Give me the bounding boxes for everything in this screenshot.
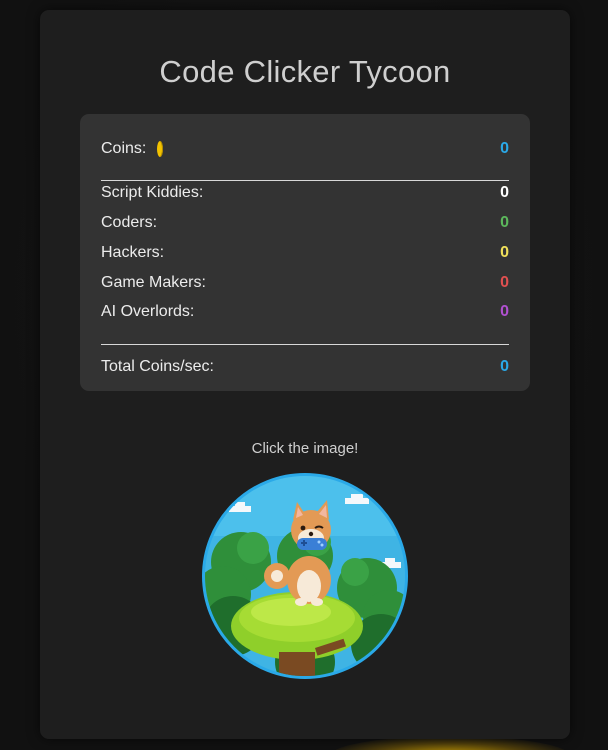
total-value: 0 (500, 358, 509, 375)
producer-row-script-kiddies: Script Kiddies: 0 (101, 182, 509, 204)
producer-value: 0 (500, 274, 509, 291)
producer-row-hackers: Hackers: 0 (101, 242, 509, 264)
producer-value: 0 (500, 244, 509, 261)
producer-value: 0 (500, 303, 509, 320)
clicker-image-button[interactable] (202, 473, 408, 679)
producer-label: AI Overlords: (101, 303, 195, 320)
producer-row-ai-overlords: AI Overlords: 0 (101, 301, 509, 323)
stats-panel: Coins: 0 Script Kiddies: 0 Coders: 0 Hac… (80, 114, 530, 391)
producer-row-coders: Coders: 0 (101, 212, 509, 234)
coins-value: 0 (500, 140, 509, 157)
game-panel: Code Clicker Tycoon Coins: 0 Script Kidd… (40, 10, 570, 739)
shiba-tree-image (205, 476, 405, 676)
producer-value: 0 (500, 184, 509, 201)
divider (101, 344, 509, 345)
coins-label: Coins: (101, 140, 147, 157)
producer-row-game-makers: Game Makers: 0 (101, 272, 509, 294)
page-title: Code Clicker Tycoon (159, 54, 451, 89)
producer-label: Script Kiddies: (101, 184, 204, 201)
producer-value: 0 (500, 214, 509, 231)
coin-icon (157, 141, 163, 157)
divider (101, 180, 509, 181)
producer-label: Coders: (101, 214, 158, 231)
producer-label: Hackers: (101, 244, 165, 261)
coins-row: Coins: 0 (101, 138, 509, 160)
page: Code Clicker Tycoon Coins: 0 Script Kidd… (0, 0, 608, 750)
total-label: Total Coins/sec: (101, 358, 214, 375)
producer-label: Game Makers: (101, 274, 206, 291)
total-row: Total Coins/sec: 0 (101, 356, 509, 378)
click-hint: Click the image! (251, 440, 359, 457)
